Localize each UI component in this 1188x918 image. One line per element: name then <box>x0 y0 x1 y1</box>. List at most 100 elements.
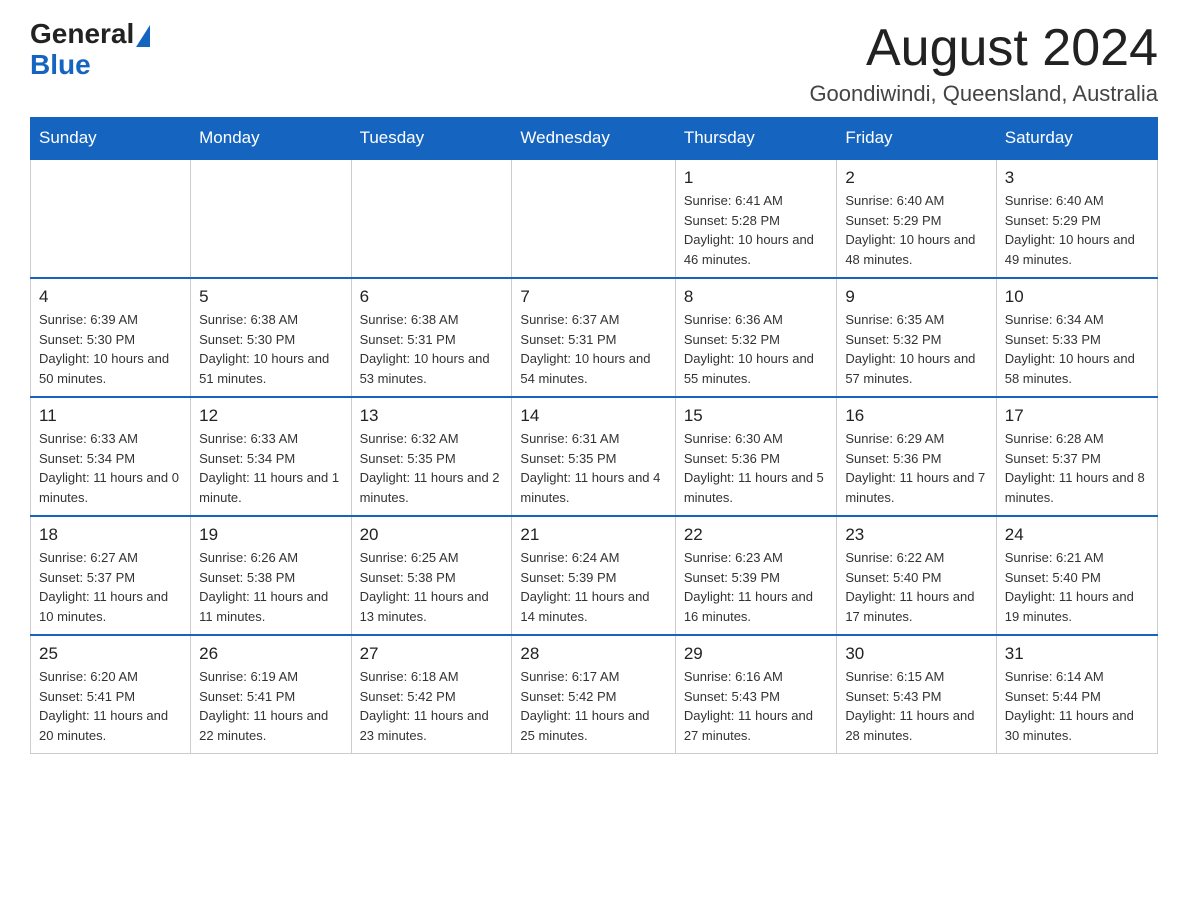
day-number: 27 <box>360 644 504 664</box>
logo-general-text: General <box>30 18 134 49</box>
calendar-cell: 1 Sunrise: 6:41 AM Sunset: 5:28 PM Daylig… <box>675 159 837 278</box>
calendar-header-row: SundayMondayTuesdayWednesdayThursdayFrid… <box>31 118 1158 160</box>
day-number: 19 <box>199 525 342 545</box>
day-info: Sunrise: 6:41 AM Sunset: 5:28 PM Dayligh… <box>684 191 829 269</box>
calendar-cell: 11 Sunrise: 6:33 AM Sunset: 5:34 PM Dayli… <box>31 397 191 516</box>
calendar-cell: 21Sunrise: 6:24 AM Sunset: 5:39 PM Dayli… <box>512 516 675 635</box>
day-number: 24 <box>1005 525 1149 545</box>
day-number: 30 <box>845 644 987 664</box>
day-number: 4 <box>39 287 182 307</box>
logo-blue-text: Blue <box>30 49 91 80</box>
calendar-cell: 19 Sunrise: 6:26 AM Sunset: 5:38 PM Dayli… <box>191 516 351 635</box>
day-number: 20 <box>360 525 504 545</box>
calendar-cell: 18 Sunrise: 6:27 AM Sunset: 5:37 PM Dayli… <box>31 516 191 635</box>
day-info: Sunrise: 6:30 AM Sunset: 5:36 PM Dayligh… <box>684 429 829 507</box>
calendar-cell <box>351 159 512 278</box>
calendar-table: SundayMondayTuesdayWednesdayThursdayFrid… <box>30 117 1158 754</box>
day-info: Sunrise: 6:36 AM Sunset: 5:32 PM Dayligh… <box>684 310 829 388</box>
day-info: Sunrise: 6:22 AM Sunset: 5:40 PM Dayligh… <box>845 548 987 626</box>
calendar-cell: 25 Sunrise: 6:20 AM Sunset: 5:41 PM Dayli… <box>31 635 191 754</box>
day-info: Sunrise: 6:19 AM Sunset: 5:41 PM Dayligh… <box>199 667 342 745</box>
day-info: Sunrise: 6:32 AM Sunset: 5:35 PM Dayligh… <box>360 429 504 507</box>
day-number: 2 <box>845 168 987 188</box>
day-number: 1 <box>684 168 829 188</box>
page-header: General Blue August 2024 Goondiwindi, Qu… <box>30 20 1158 107</box>
day-info: Sunrise: 6:24 AM Sunset: 5:39 PM Dayligh… <box>520 548 666 626</box>
calendar-cell: 9Sunrise: 6:35 AM Sunset: 5:32 PM Daylig… <box>837 278 996 397</box>
day-info: Sunrise: 6:34 AM Sunset: 5:33 PM Dayligh… <box>1005 310 1149 388</box>
day-number: 9 <box>845 287 987 307</box>
calendar-cell <box>512 159 675 278</box>
day-info: Sunrise: 6:38 AM Sunset: 5:31 PM Dayligh… <box>360 310 504 388</box>
day-number: 25 <box>39 644 182 664</box>
day-number: 31 <box>1005 644 1149 664</box>
calendar-cell <box>31 159 191 278</box>
day-info: Sunrise: 6:40 AM Sunset: 5:29 PM Dayligh… <box>845 191 987 269</box>
day-number: 17 <box>1005 406 1149 426</box>
calendar-cell: 29Sunrise: 6:16 AM Sunset: 5:43 PM Dayli… <box>675 635 837 754</box>
day-info: Sunrise: 6:37 AM Sunset: 5:31 PM Dayligh… <box>520 310 666 388</box>
day-info: Sunrise: 6:27 AM Sunset: 5:37 PM Dayligh… <box>39 548 182 626</box>
col-header-friday: Friday <box>837 118 996 160</box>
calendar-cell: 28Sunrise: 6:17 AM Sunset: 5:42 PM Dayli… <box>512 635 675 754</box>
calendar-cell: 7 Sunrise: 6:37 AM Sunset: 5:31 PM Daylig… <box>512 278 675 397</box>
calendar-cell: 31 Sunrise: 6:14 AM Sunset: 5:44 PM Dayli… <box>996 635 1157 754</box>
day-info: Sunrise: 6:33 AM Sunset: 5:34 PM Dayligh… <box>39 429 182 507</box>
day-number: 10 <box>1005 287 1149 307</box>
day-number: 5 <box>199 287 342 307</box>
calendar-cell: 17 Sunrise: 6:28 AM Sunset: 5:37 PM Dayli… <box>996 397 1157 516</box>
calendar-cell: 30 Sunrise: 6:15 AM Sunset: 5:43 PM Dayli… <box>837 635 996 754</box>
col-header-thursday: Thursday <box>675 118 837 160</box>
day-info: Sunrise: 6:21 AM Sunset: 5:40 PM Dayligh… <box>1005 548 1149 626</box>
day-info: Sunrise: 6:29 AM Sunset: 5:36 PM Dayligh… <box>845 429 987 507</box>
calendar-cell: 16Sunrise: 6:29 AM Sunset: 5:36 PM Dayli… <box>837 397 996 516</box>
week-row-4: 18 Sunrise: 6:27 AM Sunset: 5:37 PM Dayli… <box>31 516 1158 635</box>
day-number: 6 <box>360 287 504 307</box>
logo: General Blue <box>30 20 150 79</box>
col-header-tuesday: Tuesday <box>351 118 512 160</box>
day-number: 26 <box>199 644 342 664</box>
day-info: Sunrise: 6:15 AM Sunset: 5:43 PM Dayligh… <box>845 667 987 745</box>
day-number: 8 <box>684 287 829 307</box>
day-info: Sunrise: 6:20 AM Sunset: 5:41 PM Dayligh… <box>39 667 182 745</box>
calendar-cell: 27Sunrise: 6:18 AM Sunset: 5:42 PM Dayli… <box>351 635 512 754</box>
week-row-5: 25 Sunrise: 6:20 AM Sunset: 5:41 PM Dayli… <box>31 635 1158 754</box>
week-row-2: 4 Sunrise: 6:39 AM Sunset: 5:30 PM Daylig… <box>31 278 1158 397</box>
logo-triangle-icon <box>136 25 150 47</box>
day-info: Sunrise: 6:26 AM Sunset: 5:38 PM Dayligh… <box>199 548 342 626</box>
week-row-3: 11 Sunrise: 6:33 AM Sunset: 5:34 PM Dayli… <box>31 397 1158 516</box>
day-number: 22 <box>684 525 829 545</box>
day-number: 12 <box>199 406 342 426</box>
day-number: 14 <box>520 406 666 426</box>
calendar-cell: 4 Sunrise: 6:39 AM Sunset: 5:30 PM Daylig… <box>31 278 191 397</box>
day-number: 23 <box>845 525 987 545</box>
day-number: 28 <box>520 644 666 664</box>
week-row-1: 1 Sunrise: 6:41 AM Sunset: 5:28 PM Daylig… <box>31 159 1158 278</box>
col-header-monday: Monday <box>191 118 351 160</box>
month-title: August 2024 <box>809 20 1158 77</box>
calendar-cell: 10 Sunrise: 6:34 AM Sunset: 5:33 PM Dayli… <box>996 278 1157 397</box>
calendar-cell: 13Sunrise: 6:32 AM Sunset: 5:35 PM Dayli… <box>351 397 512 516</box>
calendar-cell: 15 Sunrise: 6:30 AM Sunset: 5:36 PM Dayli… <box>675 397 837 516</box>
day-info: Sunrise: 6:23 AM Sunset: 5:39 PM Dayligh… <box>684 548 829 626</box>
col-header-sunday: Sunday <box>31 118 191 160</box>
calendar-cell: 26 Sunrise: 6:19 AM Sunset: 5:41 PM Dayli… <box>191 635 351 754</box>
calendar-cell <box>191 159 351 278</box>
calendar-cell: 6 Sunrise: 6:38 AM Sunset: 5:31 PM Daylig… <box>351 278 512 397</box>
col-header-wednesday: Wednesday <box>512 118 675 160</box>
location-subtitle: Goondiwindi, Queensland, Australia <box>809 81 1158 107</box>
calendar-cell: 3Sunrise: 6:40 AM Sunset: 5:29 PM Daylig… <box>996 159 1157 278</box>
day-number: 29 <box>684 644 829 664</box>
day-number: 7 <box>520 287 666 307</box>
calendar-cell: 22 Sunrise: 6:23 AM Sunset: 5:39 PM Dayli… <box>675 516 837 635</box>
day-number: 18 <box>39 525 182 545</box>
day-number: 15 <box>684 406 829 426</box>
calendar-cell: 2 Sunrise: 6:40 AM Sunset: 5:29 PM Daylig… <box>837 159 996 278</box>
day-number: 3 <box>1005 168 1149 188</box>
day-info: Sunrise: 6:39 AM Sunset: 5:30 PM Dayligh… <box>39 310 182 388</box>
day-number: 11 <box>39 406 182 426</box>
day-info: Sunrise: 6:28 AM Sunset: 5:37 PM Dayligh… <box>1005 429 1149 507</box>
calendar-cell: 12Sunrise: 6:33 AM Sunset: 5:34 PM Dayli… <box>191 397 351 516</box>
day-info: Sunrise: 6:14 AM Sunset: 5:44 PM Dayligh… <box>1005 667 1149 745</box>
calendar-cell: 24 Sunrise: 6:21 AM Sunset: 5:40 PM Dayli… <box>996 516 1157 635</box>
